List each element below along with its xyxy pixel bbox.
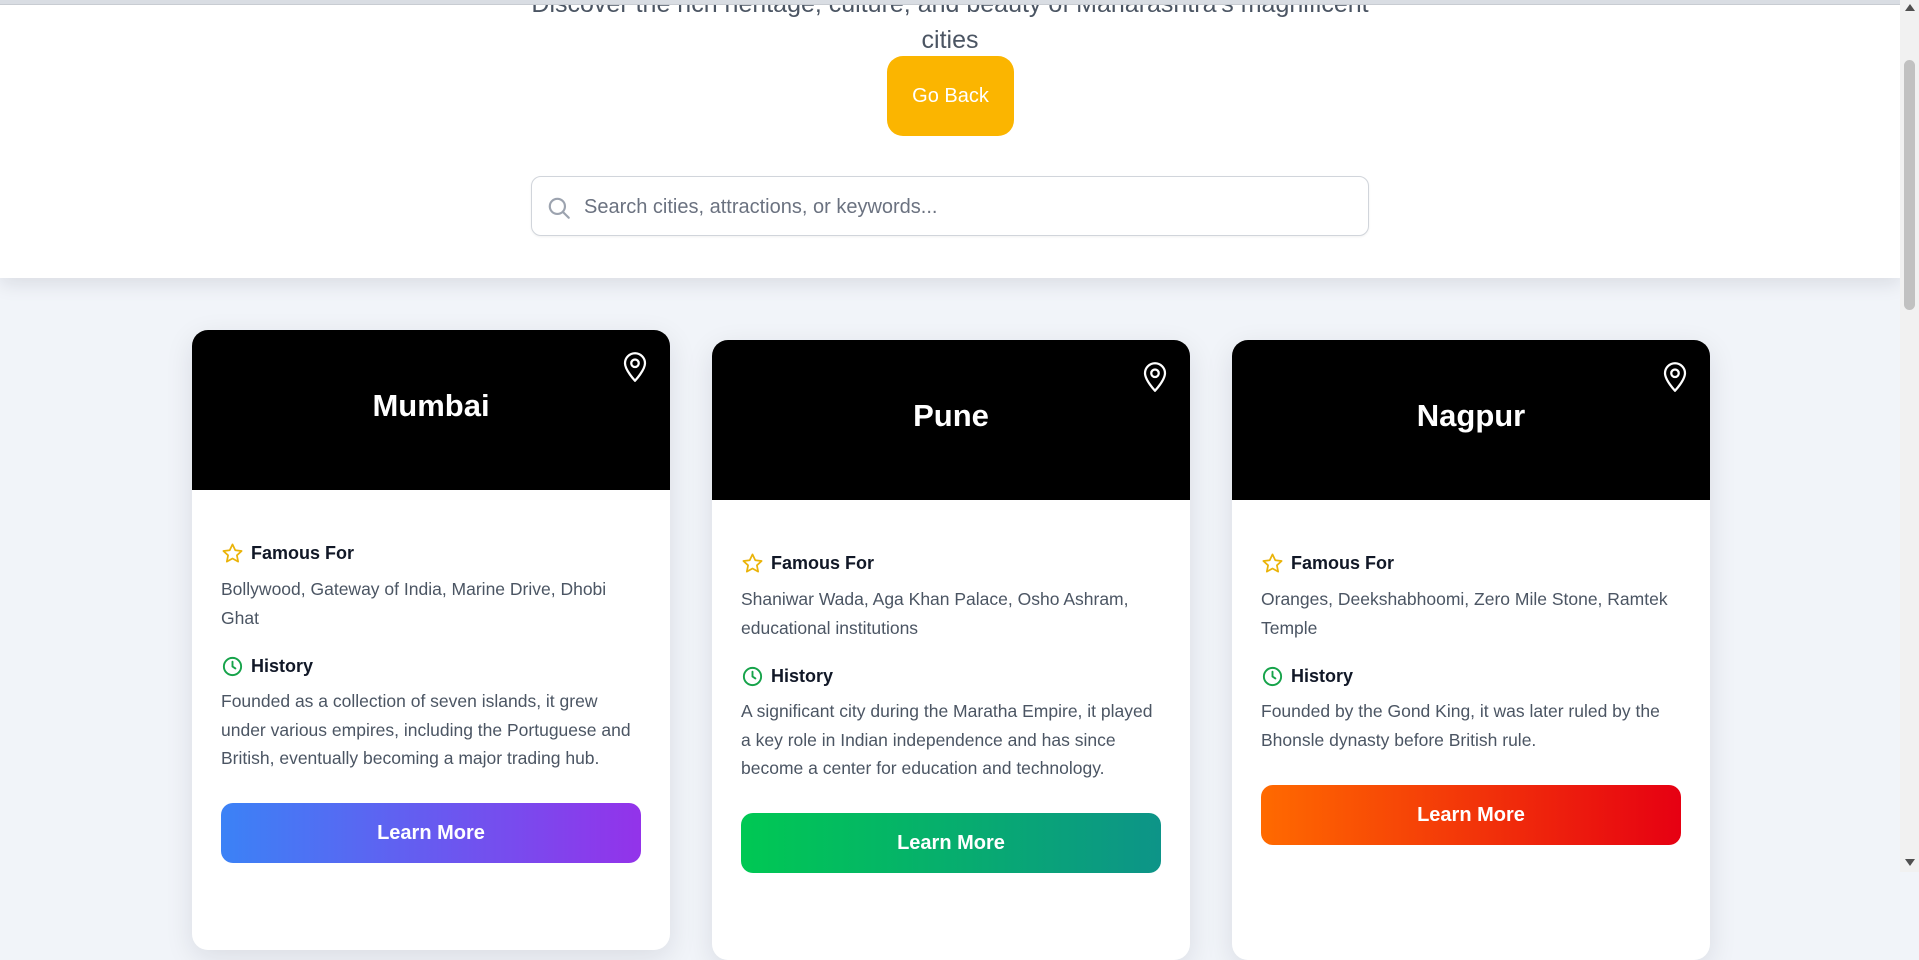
search-icon bbox=[548, 197, 570, 219]
search-bar[interactable] bbox=[531, 176, 1369, 236]
scroll-up-arrow-icon[interactable] bbox=[1905, 4, 1915, 11]
star-icon bbox=[222, 543, 243, 563]
card-header: Mumbai bbox=[192, 330, 670, 490]
scrollbar-thumb[interactable] bbox=[1904, 60, 1915, 310]
famous-for-label: Famous For bbox=[251, 543, 355, 563]
map-pin-icon bbox=[1143, 362, 1167, 392]
history-label: History bbox=[251, 656, 314, 676]
history-text: Founded as a collection of seven islands… bbox=[221, 691, 631, 768]
city-card-nagpur: Nagpur Famous For Oranges, Deekshabhoomi… bbox=[1232, 340, 1710, 960]
famous-for-text: Bollywood, Gateway of India, Marine Driv… bbox=[221, 579, 607, 628]
page-subtitle: Discover the rich heritage, culture, and… bbox=[531, 0, 1369, 54]
card-header: Nagpur bbox=[1232, 340, 1710, 500]
history-text: Founded by the Gond King, it was later r… bbox=[1261, 701, 1660, 750]
city-card-mumbai: Mumbai Famous For Bollywood, Gateway of … bbox=[192, 330, 670, 950]
famous-for-text: Shaniwar Wada, Aga Khan Palace, Osho Ash… bbox=[741, 589, 1129, 638]
history-text: A significant city during the Maratha Em… bbox=[741, 701, 1153, 778]
page-scrollbar[interactable] bbox=[1900, 0, 1919, 872]
learn-more-button[interactable]: Learn More bbox=[1261, 785, 1681, 845]
page-header: Discover the rich heritage, culture, and… bbox=[0, 0, 1900, 278]
go-back-button[interactable]: Go Back bbox=[887, 56, 1014, 136]
learn-more-button[interactable]: Learn More bbox=[741, 813, 1161, 873]
clock-icon bbox=[742, 666, 763, 687]
map-pin-icon bbox=[1663, 362, 1687, 392]
top-border bbox=[0, 0, 1900, 5]
learn-more-button[interactable]: Learn More bbox=[221, 803, 641, 863]
famous-for-label: Famous For bbox=[771, 553, 875, 573]
city-name: Nagpur bbox=[1416, 398, 1526, 433]
famous-for-text: Oranges, Deekshabhoomi, Zero Mile Stone,… bbox=[1261, 589, 1668, 638]
card-header: Pune bbox=[712, 340, 1190, 500]
map-pin-icon bbox=[623, 352, 647, 382]
star-icon bbox=[742, 553, 763, 573]
famous-for-label: Famous For bbox=[1291, 553, 1395, 573]
scroll-down-arrow-icon[interactable] bbox=[1905, 859, 1915, 866]
star-icon bbox=[1262, 553, 1283, 573]
clock-icon bbox=[1262, 666, 1283, 687]
city-card-pune: Pune Famous For Shaniwar Wada, Aga Khan … bbox=[712, 340, 1190, 960]
clock-icon bbox=[222, 656, 243, 677]
history-label: History bbox=[1291, 666, 1354, 686]
search-input[interactable] bbox=[582, 185, 1356, 229]
city-name: Pune bbox=[913, 398, 989, 433]
history-label: History bbox=[771, 666, 834, 686]
city-name: Mumbai bbox=[372, 388, 490, 423]
